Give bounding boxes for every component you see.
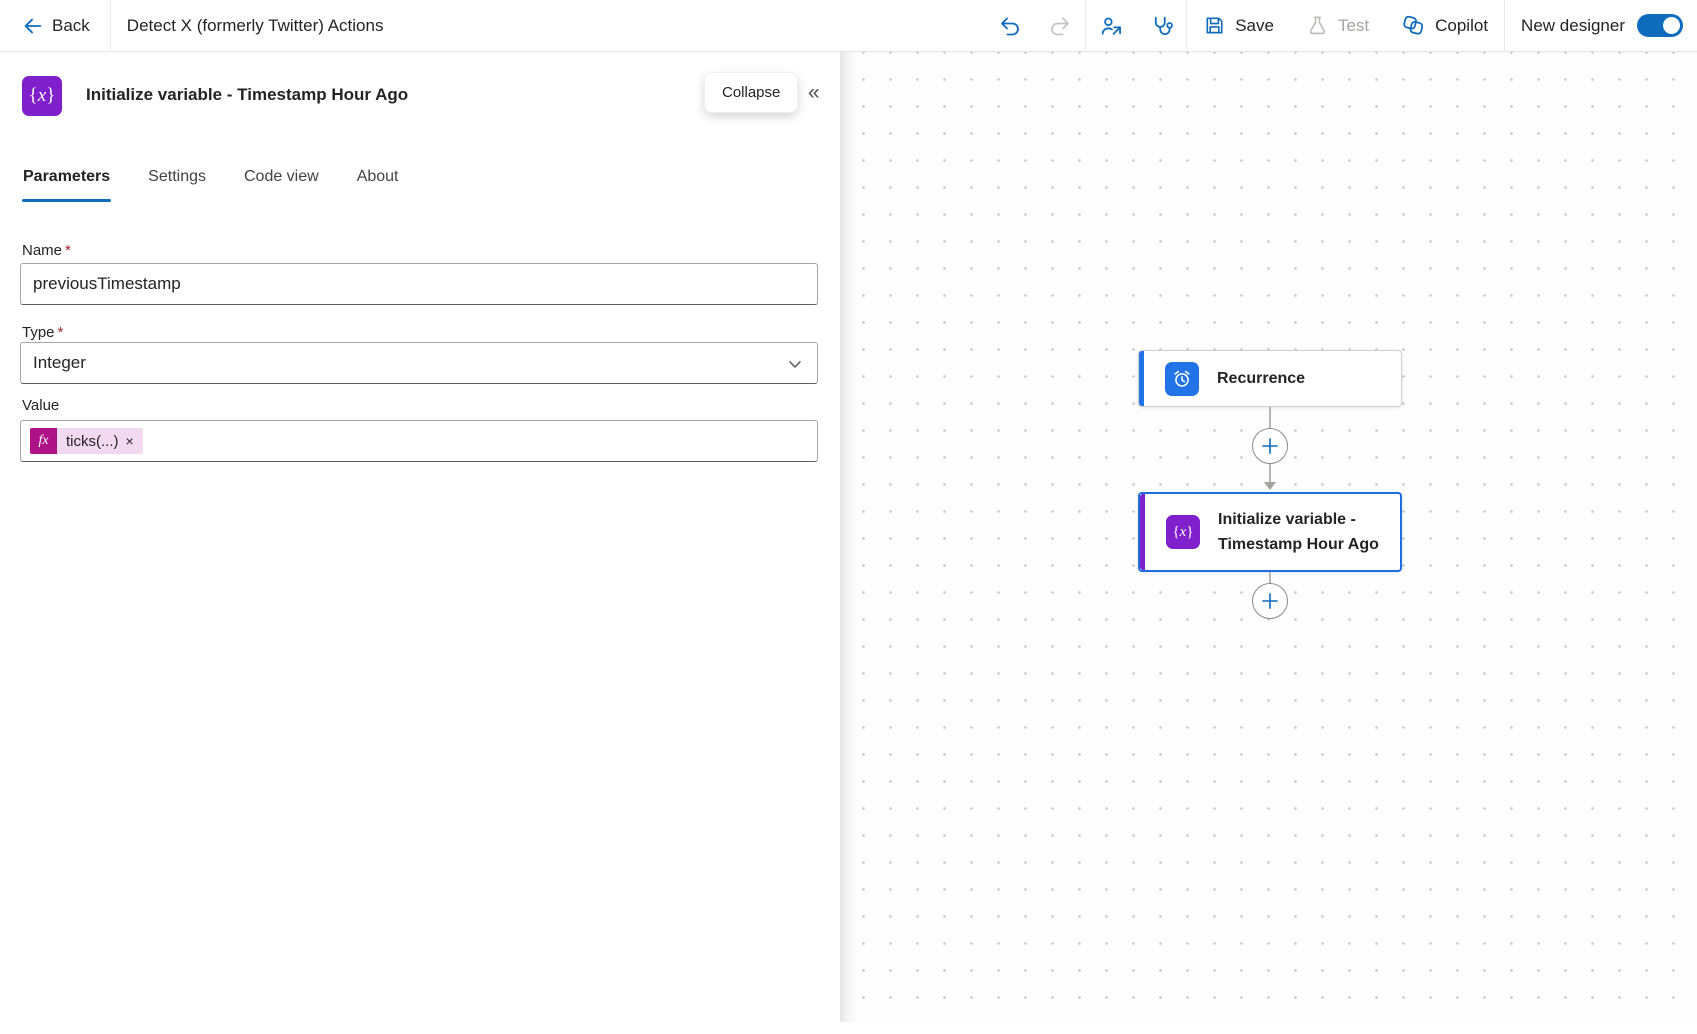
canvas-bottom-strip [840,1022,1697,1034]
save-button[interactable]: Save [1187,0,1290,52]
new-designer-label: New designer [1521,16,1625,36]
toggle-knob [1663,17,1680,34]
connector-line [1269,407,1271,428]
undo-icon [998,14,1022,38]
panel-tabs: Parameters Settings Code view About [22,166,400,202]
name-input[interactable] [20,263,818,305]
node-recurrence[interactable]: Recurrence [1138,350,1402,407]
node-accent-bar [1140,494,1145,570]
type-field-label: Type* [22,324,63,341]
test-label: Test [1338,16,1369,36]
save-label: Save [1235,16,1274,36]
node-accent-bar [1139,351,1144,406]
type-selected-value: Integer [33,353,86,373]
fx-icon: fx [30,428,57,454]
back-arrow-icon [22,15,44,37]
back-label: Back [52,16,90,36]
new-designer-toggle[interactable] [1637,14,1683,37]
top-toolbar: Back Detect X (formerly Twitter) Actions [0,0,1697,52]
variable-brace-icon: {x} [22,76,62,116]
test-button[interactable]: Test [1290,0,1385,52]
required-asterisk: * [58,324,64,341]
copilot-icon [1401,13,1426,38]
plus-icon [1253,583,1287,619]
add-action-button[interactable] [1252,428,1288,464]
token-text: ticks(...) [66,433,119,450]
redo-icon [1048,14,1072,38]
name-field-label: Name* [22,242,71,259]
flow-canvas[interactable]: Recurrence {x} Initialize variable - Tim… [840,52,1697,1034]
undo-button[interactable] [985,0,1035,52]
value-input[interactable]: fx ticks(...) × [20,420,818,462]
troubleshoot-stethoscope-button[interactable] [1136,0,1186,52]
alarm-clock-icon [1165,362,1199,396]
tab-parameters[interactable]: Parameters [22,166,111,202]
collapse-panel-button[interactable]: « [804,78,824,107]
stethoscope-icon [1149,13,1174,38]
flow-checker-icon [1099,13,1124,38]
chevron-down-icon [785,354,805,374]
value-field-label: Value [22,397,59,414]
flow-title: Detect X (formerly Twitter) Actions [111,16,400,36]
connector-arrowhead [1264,482,1276,490]
panel-title: Initialize variable - Timestamp Hour Ago [86,85,408,105]
required-asterisk: * [65,242,71,259]
copilot-button[interactable]: Copilot [1385,0,1504,52]
plus-icon [1253,428,1287,464]
save-icon [1203,14,1226,37]
flask-icon [1306,14,1329,37]
action-details-panel: {x} Initialize variable - Timestamp Hour… [0,52,840,1034]
tab-about[interactable]: About [356,166,400,202]
node-title: Initialize variable - Timestamp Hour Ago [1218,507,1394,557]
tab-settings[interactable]: Settings [147,166,207,202]
node-title: Recurrence [1217,366,1305,391]
connector-line [1269,464,1271,483]
redo-button[interactable] [1035,0,1085,52]
add-action-button[interactable] [1252,583,1288,619]
node-initialize-variable[interactable]: {x} Initialize variable - Timestamp Hour… [1138,492,1402,572]
token-remove-icon[interactable]: × [126,433,134,449]
flow-checker-button[interactable] [1086,0,1136,52]
back-button[interactable]: Back [0,0,110,51]
type-select[interactable]: Integer [20,342,818,384]
copilot-label: Copilot [1435,16,1488,36]
variable-brace-icon: {x} [1166,515,1200,549]
tab-code-view[interactable]: Code view [243,166,320,202]
collapse-tooltip: Collapse [704,72,798,113]
expression-token[interactable]: fx ticks(...) × [30,428,143,454]
